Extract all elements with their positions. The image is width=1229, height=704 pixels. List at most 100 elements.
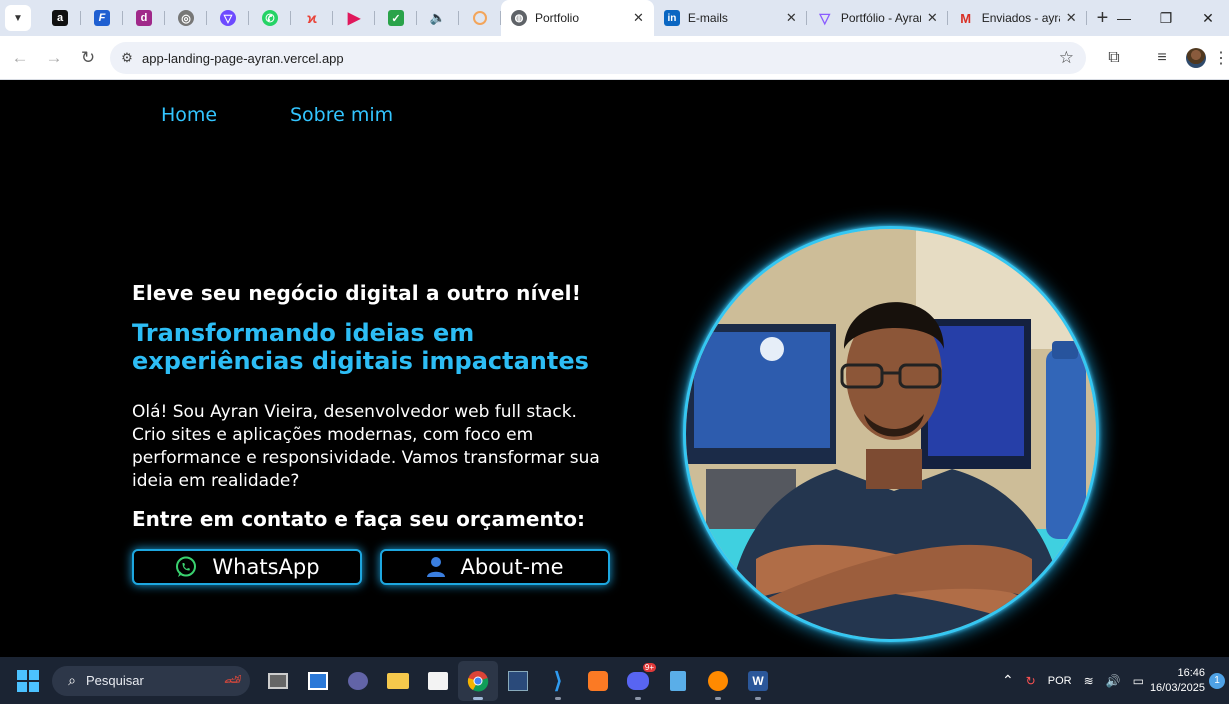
pinned-tab-loading[interactable] [459, 0, 501, 36]
whatsapp-button[interactable]: WhatsApp [132, 549, 362, 585]
pinned-tab-play[interactable]: ▶ [333, 0, 375, 36]
tab-title: Portfólio - Ayran [840, 11, 921, 25]
close-tab-icon[interactable]: ✕ [786, 10, 797, 26]
whatsapp-button-label: WhatsApp [212, 555, 320, 579]
globe-icon: ◎ [178, 10, 194, 26]
pinned-tab-whatsapp[interactable]: ✆ [249, 0, 291, 36]
tab-title: Portfolio [535, 11, 580, 25]
discord-icon[interactable]: 9+ [618, 661, 658, 701]
extensions-icon[interactable]: ⧉ [1097, 49, 1131, 67]
play-arrow-icon: ▶ [347, 10, 361, 27]
site-info-icon[interactable]: ⚙ [112, 50, 142, 66]
tab-title: E-mails [687, 11, 728, 25]
landing-page: Home Sobre mim Eleve seu negócio digital… [0, 80, 1229, 657]
amazon-icon: a [52, 10, 68, 26]
close-tab-icon[interactable]: ✕ [927, 10, 938, 26]
tab-portfolio-vite[interactable]: ▽ Portfólio - Ayran ✕ [807, 0, 948, 36]
tab-gmail[interactable]: M Enviados - ayran ✕ [948, 0, 1087, 36]
avatar [1186, 48, 1206, 68]
close-tab-icon[interactable]: ✕ [633, 10, 644, 26]
pinned-tab-globe[interactable]: ◎ [165, 0, 207, 36]
mysql-workbench-icon[interactable] [498, 661, 538, 701]
nav-home-link[interactable]: Home [161, 104, 217, 126]
pinned-tab-d[interactable]: d [123, 0, 165, 36]
close-window-icon[interactable]: ✕ [1187, 0, 1229, 36]
pinned-tab-audio[interactable]: 🔈 [417, 0, 459, 36]
chevron-up-icon[interactable]: ⌃ [1002, 672, 1014, 689]
linkedin-icon: in [663, 10, 680, 26]
close-tab-icon[interactable]: ✕ [1066, 10, 1077, 26]
back-arrow-icon[interactable]: ← [4, 42, 36, 74]
windows-taskbar: ⌕ Pesquisar 🏎 ⟩ 9+ W ⌃ ↻ POR ≋ 🔊 ▭ 16:46… [0, 657, 1229, 704]
leaf-icon: ✓ [388, 10, 404, 26]
url-text[interactable]: app-landing-page-ayran.vercel.app [142, 51, 344, 66]
task-view-icon[interactable] [258, 661, 298, 701]
user-icon [426, 556, 446, 578]
window-controls: — ❐ ✕ [1103, 0, 1229, 36]
search-highlight-icon: 🏎 [224, 670, 242, 687]
reload-icon[interactable]: ↻ [72, 42, 104, 74]
whatsapp-icon: ✆ [262, 10, 278, 26]
tab-title: Enviados - ayran [981, 11, 1060, 25]
battery-icon[interactable]: ▭ [1133, 674, 1144, 688]
about-me-button-label: About-me [460, 555, 564, 579]
notification-badge[interactable]: 1 [1209, 672, 1225, 689]
menu-kebab-icon[interactable]: ⋮ [1213, 48, 1229, 68]
minimize-icon[interactable]: — [1103, 0, 1145, 36]
pinned-tab-kiwi[interactable]: ϰ [291, 0, 333, 36]
headline: Eleve seu negócio digital a outro nível! [132, 281, 582, 305]
xampp-icon[interactable] [578, 661, 618, 701]
pinned-tab-f[interactable]: F [81, 0, 123, 36]
profile-avatar[interactable] [1179, 48, 1213, 68]
whatsapp-icon [174, 555, 198, 579]
nav-about-link[interactable]: Sobre mim [290, 104, 393, 126]
loading-spinner-icon [473, 11, 487, 25]
sublime-orange-icon[interactable] [698, 661, 738, 701]
word-icon[interactable]: W [738, 661, 778, 701]
volume-icon[interactable]: 🔊 [1106, 674, 1121, 688]
discord-badge: 9+ [642, 662, 656, 672]
bookmark-star-icon[interactable]: ☆ [1059, 48, 1074, 68]
clock[interactable]: 16:46 16/03/2025 [1150, 666, 1205, 696]
chrome-icon[interactable] [458, 660, 498, 701]
profile-photo [683, 226, 1099, 642]
clock-time: 16:46 [1177, 666, 1205, 679]
subheadline: Transformando ideias em experiências dig… [132, 319, 589, 375]
pinned-tab-proton[interactable]: ▽ [207, 0, 249, 36]
microsoft-store-icon[interactable] [418, 661, 458, 701]
search-icon: ⌕ [68, 672, 76, 688]
tab-emails[interactable]: in E-mails ✕ [654, 0, 807, 36]
media-controls-icon[interactable]: ≡ [1145, 49, 1179, 67]
tab-strip: ▼ a F d ◎ ▽ ✆ ϰ ▶ ✓ 🔈 ◍ Portfolio ✕ in E… [0, 0, 1229, 36]
wifi-icon[interactable]: ≋ [1084, 674, 1094, 688]
pinned-tab-green[interactable]: ✓ [375, 0, 417, 36]
d-logo-icon: d [136, 10, 152, 26]
restore-icon[interactable]: ❐ [1145, 0, 1187, 36]
file-explorer-icon[interactable] [378, 661, 418, 701]
pinned-tabs: a F d ◎ ▽ ✆ ϰ ▶ ✓ 🔈 [39, 0, 501, 36]
vscode-icon[interactable]: ⟩ [538, 661, 578, 701]
about-me-button[interactable]: About-me [380, 549, 610, 585]
search-placeholder: Pesquisar [86, 673, 144, 688]
teams-chat-icon[interactable] [338, 661, 378, 701]
forward-arrow-icon[interactable]: → [38, 42, 70, 74]
f-logo-icon: F [94, 10, 110, 26]
tab-portfolio[interactable]: ◍ Portfolio ✕ [501, 0, 654, 36]
vite-icon: ▽ [819, 9, 831, 26]
clock-date: 16/03/2025 [1149, 681, 1205, 694]
notepad-icon[interactable] [658, 661, 698, 701]
language-indicator[interactable]: POR [1048, 675, 1072, 687]
k-logo-icon: ϰ [307, 10, 317, 26]
sync-icon[interactable]: ↻ [1026, 674, 1036, 688]
proton-icon: ▽ [220, 10, 236, 26]
start-button[interactable] [8, 661, 48, 701]
globe-icon: ◍ [511, 10, 527, 26]
taskbar-search[interactable]: ⌕ Pesquisar 🏎 [52, 665, 250, 696]
speaker-icon: 🔈 [429, 10, 447, 25]
widgets-icon[interactable] [298, 661, 338, 701]
address-bar[interactable]: ⚙ app-landing-page-ayran.vercel.app ☆ [110, 42, 1086, 74]
pinned-tab-amazon[interactable]: a [39, 0, 81, 36]
tab-search-icon[interactable]: ▼ [5, 5, 31, 31]
intro-paragraph: Olá! Sou Ayran Vieira, desenvolvedor web… [132, 402, 600, 491]
system-tray: ⌃ ↻ POR ≋ 🔊 ▭ 16:46 16/03/2025 1 [996, 657, 1229, 704]
